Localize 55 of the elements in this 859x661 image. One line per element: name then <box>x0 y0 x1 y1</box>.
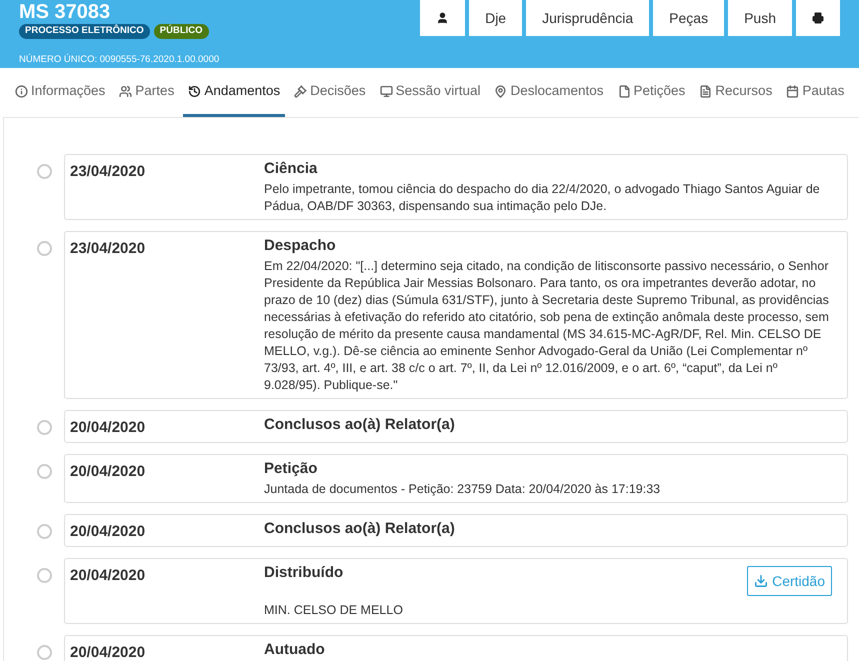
people-icon <box>119 84 132 98</box>
map-pin-icon <box>494 84 508 98</box>
document-icon <box>699 84 712 98</box>
event-date: 20/04/2020 <box>70 462 146 482</box>
gavel-icon <box>294 84 308 98</box>
event-title: Despacho <box>264 236 336 256</box>
timeline-node <box>36 241 52 256</box>
event-description: Em 22/04/2020: "[...] determino seja citado, na condição de litisconsorte passivo necessário, o Senhor Presidente da República Jair Messias Bolsonaro. Para tanto, os ora impetrantes deverão adotar, no prazo de 10 (dez) dias (Súmula 631/STF), junto à Secretaria deste Supremo Tribunal, as providências necessárias à efetivação do referido ato citatório, sob pena de extinção anômala deste processo, sem resolução de mérito da presente causa mandamental (MS 34.615-MC-AgR/DF, Rel. Min. CELSO DE MELLO, v.g.). Dê-se ciência ao eminente Senhor Advogado-Geral da União (Lei Complementar nº 73/93, art. 4º, III, e art. 38 c/c o art. 7º, II, da Lei nº 12.016/2009, e o art. 6º, “caput”, da Lei nº 9.028/95). Publique-se." <box>264 258 830 394</box>
header-button[interactable]: Peças <box>653 0 724 36</box>
event-date: 20/04/2020 <box>70 522 146 542</box>
event-description: Pelo impetrante, tomou ciência do despacho do dia 22/4/2020, o advogado Thiago Santos Aguiar de Pádua, OAB/DF 30363, dispensando sua intimação pelo DJe. <box>264 181 821 215</box>
timeline-node <box>36 164 52 179</box>
tab[interactable]: Informações <box>10 68 110 117</box>
tab[interactable]: Sessão virtual <box>374 68 486 117</box>
event-date: 20/04/2020 <box>70 418 146 438</box>
tab[interactable]: Partes <box>114 68 180 117</box>
header-button[interactable]: Push <box>728 0 792 36</box>
timeline-node <box>36 420 52 435</box>
monitor-icon <box>380 84 393 98</box>
header-button[interactable]: Jurisprudência <box>526 0 650 36</box>
tab[interactable]: Andamentos <box>183 68 286 117</box>
tab[interactable]: Deslocamentos <box>489 68 609 117</box>
download-icon <box>754 574 768 588</box>
event-date: 20/04/2020 <box>70 566 146 586</box>
event-title: Distribuído <box>264 563 344 583</box>
tab[interactable]: Recursos <box>694 68 778 117</box>
certificate-button[interactable]: Certidão <box>747 566 832 596</box>
event-title: Petição <box>264 459 318 479</box>
event-title: Conclusos ao(à) Relator(a) <box>264 415 455 435</box>
process-title: MS 37083 <box>19 1 112 23</box>
header-button[interactable]: Dje <box>469 0 522 36</box>
calendar-icon <box>786 84 800 98</box>
event-date: 23/04/2020 <box>70 239 146 259</box>
history-icon <box>188 84 202 98</box>
timeline-node <box>36 568 52 583</box>
event-title: Conclusos ao(à) Relator(a) <box>264 519 455 539</box>
event-description: MIN. CELSO DE MELLO <box>264 602 404 619</box>
status-badge: PROCESSO ELETRÔNICO <box>19 24 150 39</box>
tab[interactable]: Petições <box>612 68 690 117</box>
event-date: 23/04/2020 <box>70 162 146 182</box>
event-title: Ciência <box>264 159 318 179</box>
document-icon <box>618 84 631 98</box>
process-number: NÚMERO ÚNICO: 0090555-76.2020.1.00.0000 <box>19 53 220 67</box>
user-icon <box>436 10 450 26</box>
print-button[interactable] <box>796 0 840 36</box>
tab[interactable]: Decisões <box>289 68 371 117</box>
timeline-node <box>36 464 52 479</box>
user-button[interactable] <box>420 0 466 36</box>
event-description: Juntada de documentos - Petição: 23759 Data: 20/04/2020 às 17:19:33 <box>264 481 662 498</box>
info-icon <box>15 84 28 98</box>
event-date: 20/04/2020 <box>70 643 146 661</box>
timeline-node <box>36 524 52 539</box>
event-title: Autuado <box>264 640 325 660</box>
tab[interactable]: Pautas <box>781 68 850 117</box>
status-badge: PÚBLICO <box>154 24 209 39</box>
